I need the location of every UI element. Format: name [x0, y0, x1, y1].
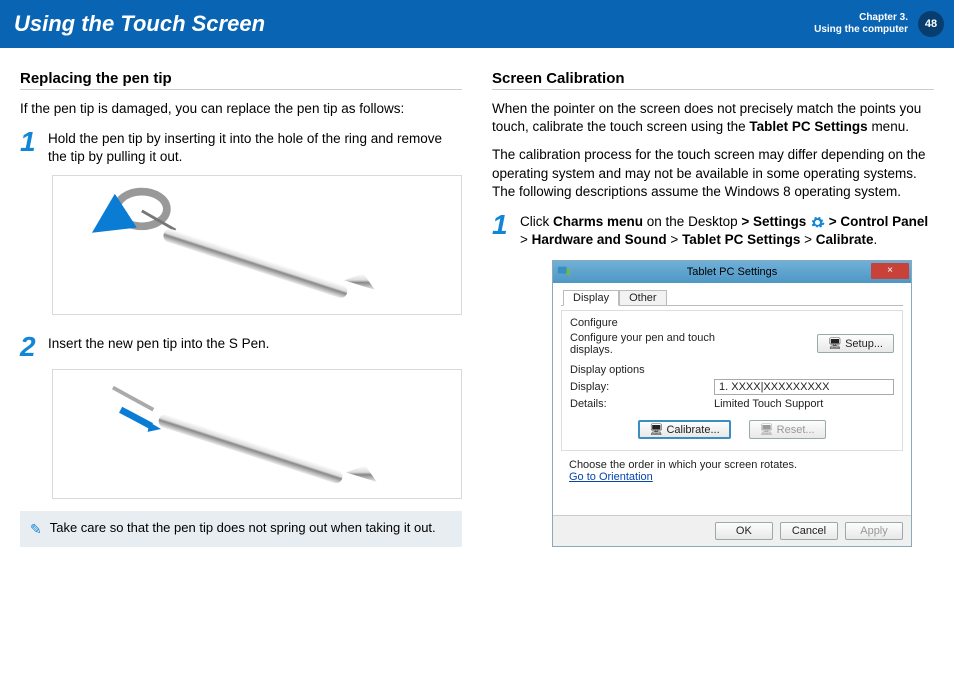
step-text: Insert the new pen tip into the S Pen. [48, 333, 269, 353]
details-label: Details: [570, 398, 607, 410]
dialog-body: DisplayOther Configure Configure your pe… [553, 283, 911, 515]
left-step-1: 1 Hold the pen tip by inserting it into … [20, 128, 462, 166]
step-number: 2 [20, 333, 38, 361]
left-step-2: 2 Insert the new pen tip into the S Pen. [20, 333, 462, 361]
chapter-line2: Using the computer [814, 24, 908, 36]
close-button[interactable]: × [871, 263, 909, 279]
configure-heading: Configure [570, 317, 894, 329]
go-to-orientation-link[interactable]: Go to Orientation [569, 471, 653, 483]
page-title: Using the Touch Screen [14, 11, 265, 37]
step-text: Hold the pen tip by inserting it into th… [48, 128, 462, 166]
dialog-tabs: DisplayOther [561, 289, 903, 306]
step-number: 1 [20, 128, 38, 156]
right-step-1: 1 Click Charms menu on the Desktop > Set… [492, 211, 934, 249]
gear-icon [810, 215, 825, 230]
pen-remove-illustration [52, 175, 462, 315]
dialog-titlebar: Tablet PC Settings × [553, 261, 911, 283]
tab-other[interactable]: Other [619, 290, 667, 306]
configure-text: Configure your pen and touch displays. [570, 332, 730, 356]
tablet-pc-settings-dialog: Tablet PC Settings × DisplayOther Config… [552, 260, 912, 547]
reset-button[interactable]: 🖥 Reset... [749, 420, 826, 439]
right-column: Screen Calibration When the pointer on t… [492, 70, 934, 547]
pen-insert-illustration [52, 369, 462, 499]
note-icon: ✎ [30, 520, 42, 539]
orientation-note: Choose the order in which your screen ro… [561, 457, 903, 485]
details-value: Limited Touch Support [714, 398, 894, 410]
display-label: Display: [570, 381, 609, 393]
page-header: Using the Touch Screen Chapter 3. Using … [0, 0, 954, 48]
note-box: ✎ Take care so that the pen tip does not… [20, 511, 462, 547]
dialog-footer: OK Cancel Apply [553, 515, 911, 546]
ok-button[interactable]: OK [715, 522, 773, 540]
pen-remove-svg [84, 182, 431, 307]
section-title-calibration: Screen Calibration [492, 70, 934, 90]
header-right-group: Chapter 3. Using the computer 48 [814, 11, 944, 37]
left-column: Replacing the pen tip If the pen tip is … [20, 70, 462, 547]
pen-insert-svg [84, 376, 431, 492]
section-title-replacing: Replacing the pen tip [20, 70, 462, 90]
step-text: Click Charms menu on the Desktop > Setti… [520, 211, 934, 249]
page-number-badge: 48 [918, 11, 944, 37]
step-number: 1 [492, 211, 510, 239]
display-options-heading: Display options [570, 364, 894, 376]
dialog-app-icon [557, 264, 571, 278]
configure-frame: Configure Configure your pen and touch d… [561, 310, 903, 451]
chapter-line1: Chapter 3. [814, 12, 908, 24]
apply-button[interactable]: Apply [845, 522, 903, 540]
display-select[interactable]: 1. XXXX|XXXXXXXXX [714, 379, 894, 395]
setup-button[interactable]: 🖥 Setup... [817, 334, 894, 353]
calibrate-button[interactable]: 🖥 Calibrate... [638, 420, 730, 439]
calibration-para1: When the pointer on the screen does not … [492, 100, 934, 136]
content-area: Replacing the pen tip If the pen tip is … [0, 48, 954, 557]
cancel-button[interactable]: Cancel [780, 522, 838, 540]
note-text: Take care so that the pen tip does not s… [50, 519, 436, 537]
tab-display[interactable]: Display [563, 290, 619, 306]
dialog-title: Tablet PC Settings [687, 266, 778, 278]
intro-text: If the pen tip is damaged, you can repla… [20, 100, 462, 118]
chapter-info: Chapter 3. Using the computer [814, 12, 908, 36]
calibration-para2: The calibration process for the touch sc… [492, 146, 934, 201]
